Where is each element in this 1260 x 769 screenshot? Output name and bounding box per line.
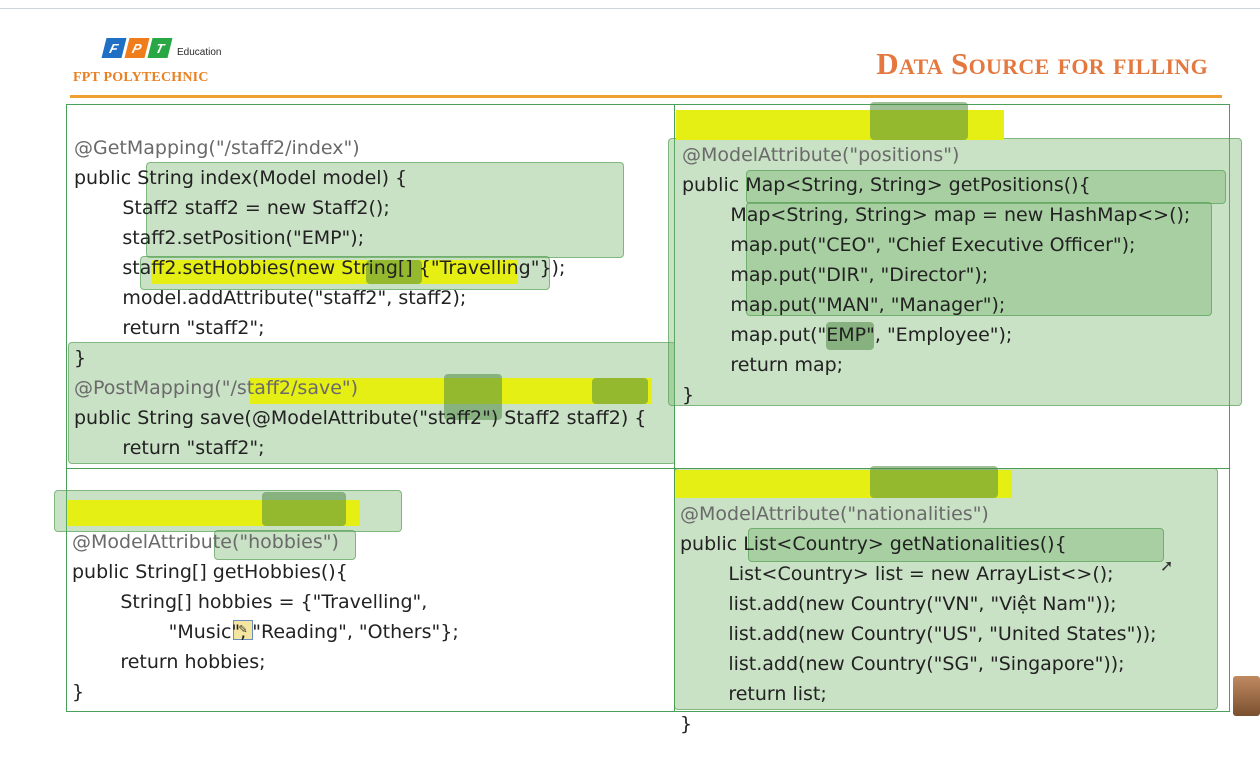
code-line: @ModelAttribute("positions")	[682, 144, 960, 166]
code-line: return "staff2";	[74, 437, 265, 459]
code-line: @GetMapping("/staff2/index")	[74, 137, 360, 159]
logo-letter-t: T	[147, 38, 173, 58]
code-line: return hobbies;	[72, 651, 266, 673]
code-line: return list;	[680, 683, 827, 705]
mouse-cursor-icon: ➚	[1160, 558, 1174, 575]
code-block-nationalities: @ModelAttribute("nationalities") public L…	[680, 469, 1157, 769]
code-block-controller: @GetMapping("/staff2/index") public Strin…	[74, 103, 646, 523]
code-line: public List<Country> getNationalities(){	[680, 533, 1067, 555]
code-line: }	[74, 347, 87, 369]
code-line: map.put("EMP", "Employee");	[682, 324, 1013, 346]
code-line: staff2.setHobbies(new String[] {"Travell…	[74, 257, 566, 279]
code-line: "Music", "Reading", "Others"};	[72, 621, 459, 643]
code-line: map.put("MAN", "Manager");	[682, 294, 1006, 316]
code-line: return map;	[682, 354, 844, 376]
code-line: List<Country> list = new ArrayList<>();	[680, 563, 1114, 585]
code-line: public Map<String, String> getPositions(…	[682, 174, 1091, 196]
code-line: list.add(new Country("VN", "Việt Nam"));	[680, 593, 1117, 615]
code-line: public String index(Model model) {	[74, 167, 408, 189]
code-line: public String save(@ModelAttribute("staf…	[74, 407, 647, 429]
code-line: map.put("DIR", "Director");	[682, 264, 989, 286]
code-line: @ModelAttribute("nationalities")	[680, 503, 989, 525]
code-line: @PostMapping("/staff2/save")	[74, 377, 359, 399]
code-line: staff2.setPosition("EMP");	[74, 227, 365, 249]
code-line: String[] hobbies = {"Travelling",	[72, 591, 428, 613]
code-block-positions: @ModelAttribute("positions") public Map<S…	[682, 110, 1190, 440]
code-line: list.add(new Country("SG", "Singapore"))…	[680, 653, 1125, 675]
logo-letter-p: P	[124, 38, 150, 58]
code-line: }	[72, 681, 85, 703]
logo-letter-f: F	[101, 38, 127, 58]
title-rule	[70, 95, 1222, 98]
code-line: map.put("CEO", "Chief Executive Officer"…	[682, 234, 1136, 256]
code-line: public String[] getHobbies(){	[72, 561, 348, 583]
slide-title: Data Source for filling	[876, 46, 1208, 81]
top-divider	[0, 8, 1260, 9]
code-line: }	[680, 713, 693, 735]
fpt-logo: F P T Education	[101, 36, 222, 60]
code-line: model.addAttribute("staff2", staff2);	[74, 287, 467, 309]
code-line: @ModelAttribute("hobbies")	[72, 531, 339, 553]
logo-education-text: Education	[177, 46, 222, 58]
code-line: }	[682, 384, 695, 406]
code-line: Map<String, String> map = new HashMap<>(…	[682, 204, 1191, 226]
code-line: list.add(new Country("US", "United State…	[680, 623, 1157, 645]
code-line: Staff2 staff2 = new Staff2();	[74, 197, 390, 219]
brand-name: FPT POLYTECHNIC	[73, 70, 209, 85]
code-block-hobbies: @ModelAttribute("hobbies") public String[…	[72, 497, 459, 737]
presenter-avatar	[1233, 676, 1260, 716]
code-line: return "staff2";	[74, 317, 265, 339]
